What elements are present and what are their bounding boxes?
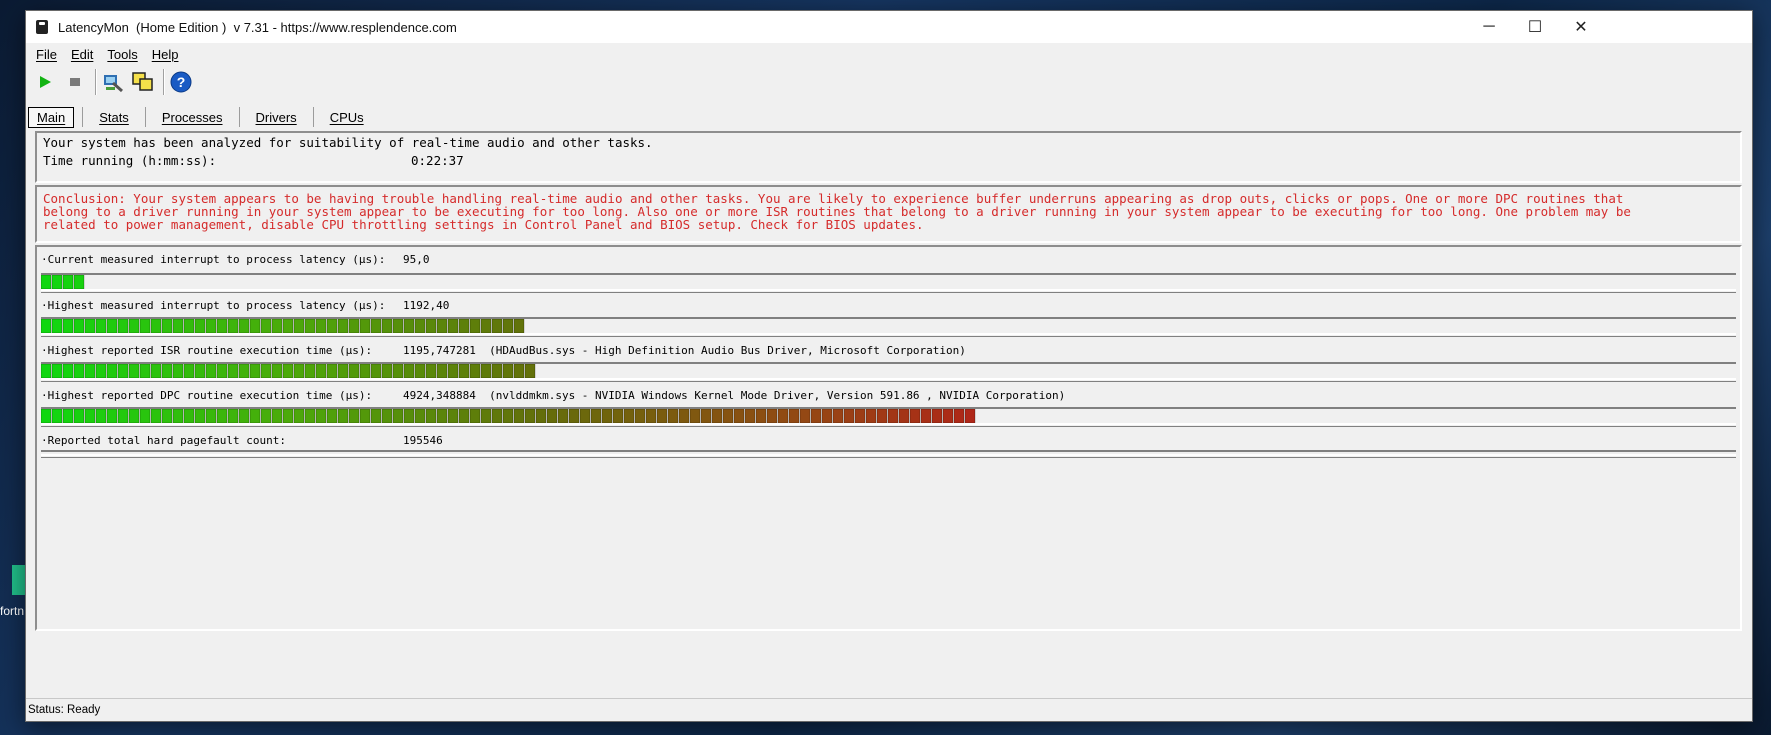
tab-drivers[interactable]: Drivers — [248, 108, 305, 127]
bar-track — [41, 450, 1736, 458]
inspect-icon — [104, 75, 123, 93]
window-title: LatencyMon (Home Edition ) v 7.31 - http… — [58, 19, 457, 35]
minimize-button[interactable]: ─ — [1466, 11, 1512, 43]
metric-value: 95,0 — [403, 253, 430, 266]
start-button[interactable] — [32, 69, 58, 95]
menu-edit[interactable]: Edit — [67, 47, 97, 62]
toolbar-separator — [163, 69, 165, 95]
stop-icon — [70, 78, 80, 86]
tab-bar: Main Stats Processes Drivers CPUs — [28, 105, 380, 129]
metric-value: 1195,747281 (HDAudBus.sys - High Definit… — [403, 344, 966, 357]
metric-isr-time: ·Highest reported ISR routine execution … — [39, 344, 1738, 384]
tab-separator — [144, 107, 146, 127]
help-button[interactable]: ? — [168, 69, 194, 95]
copy-windows-icon — [132, 72, 153, 91]
inspect-button[interactable] — [100, 69, 126, 95]
desktop-shortcut-icon[interactable] — [12, 565, 26, 595]
menu-bar: File Edit Tools Help — [26, 44, 1752, 64]
metric-label: ·Highest reported DPC routine execution … — [41, 389, 373, 402]
metrics-panel: ·Current measured interrupt to process l… — [35, 245, 1742, 631]
menu-help[interactable]: Help — [148, 47, 183, 62]
desktop-shortcut-label: fortn — [0, 604, 25, 618]
title-bar[interactable]: LatencyMon (Home Edition ) v 7.31 - http… — [26, 11, 1752, 43]
play-icon — [40, 76, 51, 88]
tab-separator — [312, 107, 314, 127]
metric-value: 4924,348884 (nvlddmkm.sys - NVIDIA Windo… — [403, 389, 1066, 402]
stop-button[interactable] — [62, 69, 88, 95]
summary-text: Your system has been analyzed for suitab… — [43, 135, 653, 150]
metric-value: 195546 — [403, 434, 443, 447]
bar-track — [41, 407, 1736, 427]
tab-cpus[interactable]: CPUs — [322, 108, 372, 127]
maximize-button[interactable]: ☐ — [1512, 11, 1558, 43]
metric-highest-latency: ·Highest measured interrupt to process l… — [39, 299, 1738, 339]
status-bar: Status: Ready — [26, 698, 1752, 721]
toolbar: ? — [32, 66, 198, 98]
latencymon-window: LatencyMon (Home Edition ) v 7.31 - http… — [25, 10, 1753, 722]
copy-button[interactable] — [130, 69, 156, 95]
tab-stats[interactable]: Stats — [91, 108, 137, 127]
menu-file[interactable]: File — [32, 47, 61, 62]
metric-label: ·Reported total hard pagefault count: — [41, 434, 287, 447]
metric-value: 1192,40 — [403, 299, 450, 312]
svg-text:?: ? — [177, 74, 186, 90]
metric-dpc-time: ·Highest reported DPC routine execution … — [39, 389, 1738, 429]
metric-current-latency: ·Current measured interrupt to process l… — [39, 253, 1738, 293]
tab-main[interactable]: Main — [28, 106, 75, 128]
metric-label: ·Current measured interrupt to process l… — [41, 253, 386, 266]
app-icon — [36, 20, 48, 34]
time-running-label: Time running (h:mm:ss): — [43, 153, 217, 168]
metric-label: ·Highest measured interrupt to process l… — [41, 299, 386, 312]
time-running-value: 0:22:37 — [411, 153, 464, 168]
tab-separator — [238, 107, 240, 127]
help-icon: ? — [170, 71, 192, 93]
bar-track — [41, 317, 1736, 337]
toolbar-separator — [95, 69, 97, 95]
summary-panel: Your system has been analyzed for suitab… — [35, 131, 1742, 183]
conclusion-panel: Conclusion: Your system appears to be ha… — [35, 185, 1742, 243]
status-text: Status: Ready — [28, 704, 101, 716]
close-button[interactable]: ✕ — [1558, 11, 1604, 43]
bar-track — [41, 362, 1736, 382]
tab-processes[interactable]: Processes — [154, 108, 231, 127]
menu-tools[interactable]: Tools — [103, 47, 141, 62]
metric-pagefault-count: ·Reported total hard pagefault count: 19… — [39, 434, 1738, 464]
bar-track — [41, 273, 1736, 293]
metric-label: ·Highest reported ISR routine execution … — [41, 344, 373, 357]
tab-separator — [82, 107, 84, 127]
conclusion-line-3: related to power management, disable CPU… — [43, 217, 924, 232]
